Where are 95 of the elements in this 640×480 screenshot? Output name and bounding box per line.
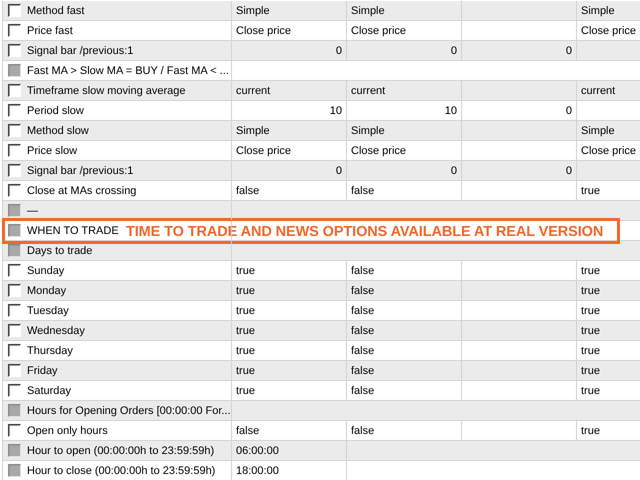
table-cell: Close price	[581, 144, 636, 156]
parameter-name: Timeframe slow moving average	[27, 84, 186, 96]
table-cell: 10	[330, 104, 342, 116]
table-cell: true	[581, 424, 600, 436]
table-cell: true	[236, 324, 255, 336]
checkbox[interactable]	[8, 364, 21, 377]
parameter-name: Method slow	[27, 124, 89, 136]
table-cell: current	[351, 84, 386, 96]
table-cell: 0	[450, 164, 457, 176]
parameter-name: Close at MAs crossing	[27, 184, 136, 196]
checkbox[interactable]	[8, 124, 21, 137]
table-cell: true	[236, 384, 255, 396]
table-cell: true	[581, 284, 600, 296]
table-cell: false	[351, 284, 374, 296]
table-cell: true	[581, 184, 600, 196]
table-cell: 0	[336, 44, 342, 56]
table-cell: 06:00:00	[236, 444, 279, 456]
parameter-name: Saturday	[27, 384, 72, 396]
checkbox[interactable]	[8, 164, 21, 177]
table-cell: Close price	[351, 144, 406, 156]
checkbox[interactable]	[8, 324, 21, 337]
table-cell: true	[236, 264, 255, 276]
table-cell: current	[236, 84, 270, 96]
checkbox[interactable]	[8, 104, 21, 117]
table-cell: true	[236, 284, 255, 296]
checkbox[interactable]	[8, 264, 21, 277]
parameter-name: Fast MA > Slow MA = BUY / Fast MA < ...	[27, 64, 229, 76]
table-cell: false	[351, 344, 374, 356]
table-cell: true	[236, 344, 255, 356]
parameter-name: Hour to close (00:00:00h to 23:59:59h)	[27, 464, 216, 476]
table-cell: true	[581, 304, 600, 316]
table-cell: false	[351, 364, 374, 376]
checkbox[interactable]	[8, 384, 21, 397]
table-cell: 0	[450, 44, 457, 56]
checkbox[interactable]	[8, 184, 21, 197]
parameter-name: Sunday	[27, 264, 64, 276]
table-cell: 0	[566, 164, 572, 176]
table-cell: false	[351, 184, 374, 196]
table-cell: true	[581, 264, 600, 276]
parameter-name: Wednesday	[27, 324, 85, 336]
parameter-name: Hour to open (00:00:00h to 23:59:59h)	[27, 444, 214, 456]
table-cell: true	[581, 364, 600, 376]
parameter-name: Signal bar /previous:1	[27, 44, 134, 56]
parameter-name: Price slow	[27, 144, 78, 156]
table-cell: true	[581, 344, 600, 356]
table-cell: true	[581, 324, 600, 336]
parameter-name: Tuesday	[27, 304, 69, 316]
parameter-name: Period slow	[27, 104, 84, 116]
parameter-name: Thursday	[27, 344, 73, 356]
table-cell: true	[581, 384, 600, 396]
table-cell: 10	[444, 104, 457, 116]
table-cell: Close price	[236, 24, 292, 36]
checkbox[interactable]	[8, 344, 21, 357]
checkbox[interactable]	[8, 84, 21, 97]
table-cell: false	[351, 324, 374, 336]
table-cell: Simple	[236, 124, 270, 136]
table-cell: Simple	[351, 4, 385, 16]
parameter-name: Hours for Opening Orders [00:00:00 For...	[27, 404, 231, 416]
checkbox[interactable]	[8, 304, 21, 317]
table-cell: Simple	[581, 4, 615, 16]
parameter-name: Friday	[27, 364, 58, 376]
parameter-name: Price fast	[27, 24, 73, 36]
table-cell: false	[351, 264, 374, 276]
table-cell: Simple	[236, 4, 270, 16]
table-cell: 0	[336, 164, 342, 176]
checkbox[interactable]	[8, 44, 21, 57]
parameter-name: WHEN TO TRADE	[27, 224, 119, 236]
checkbox[interactable]	[8, 284, 21, 297]
checkbox[interactable]	[8, 144, 21, 157]
table-cell: 0	[566, 44, 572, 56]
table-cell: false	[236, 424, 260, 436]
table-cell: Close price	[236, 144, 292, 156]
table-cell: true	[236, 304, 255, 316]
parameter-name: Method fast	[27, 4, 84, 16]
parameter-name: —	[27, 204, 38, 216]
parameter-name: Signal bar /previous:1	[27, 164, 134, 176]
checkbox[interactable]	[8, 4, 21, 17]
table-cell: true	[236, 364, 255, 376]
parameter-name: Monday	[27, 284, 66, 296]
table-cell: false	[351, 424, 374, 436]
parameter-name: Days to trade	[27, 244, 92, 256]
table-cell: Simple	[351, 124, 385, 136]
table-cell: 0	[566, 104, 572, 116]
table-cell: false	[236, 184, 260, 196]
table-cell: Close price	[581, 24, 636, 36]
parameter-name: Open only hours	[27, 424, 108, 436]
checkbox[interactable]	[8, 24, 21, 37]
table-cell: current	[581, 84, 616, 96]
checkbox[interactable]	[8, 424, 21, 437]
promo-note: TIME TO TRADE AND NEWS OPTIONS AVAILABLE AT REAL VERSION	[126, 224, 604, 240]
table-cell: Simple	[581, 124, 615, 136]
table-cell: false	[351, 384, 374, 396]
table-cell: false	[351, 304, 374, 316]
table-cell: 18:00:00	[236, 464, 279, 476]
table-cell: Close price	[351, 24, 406, 36]
